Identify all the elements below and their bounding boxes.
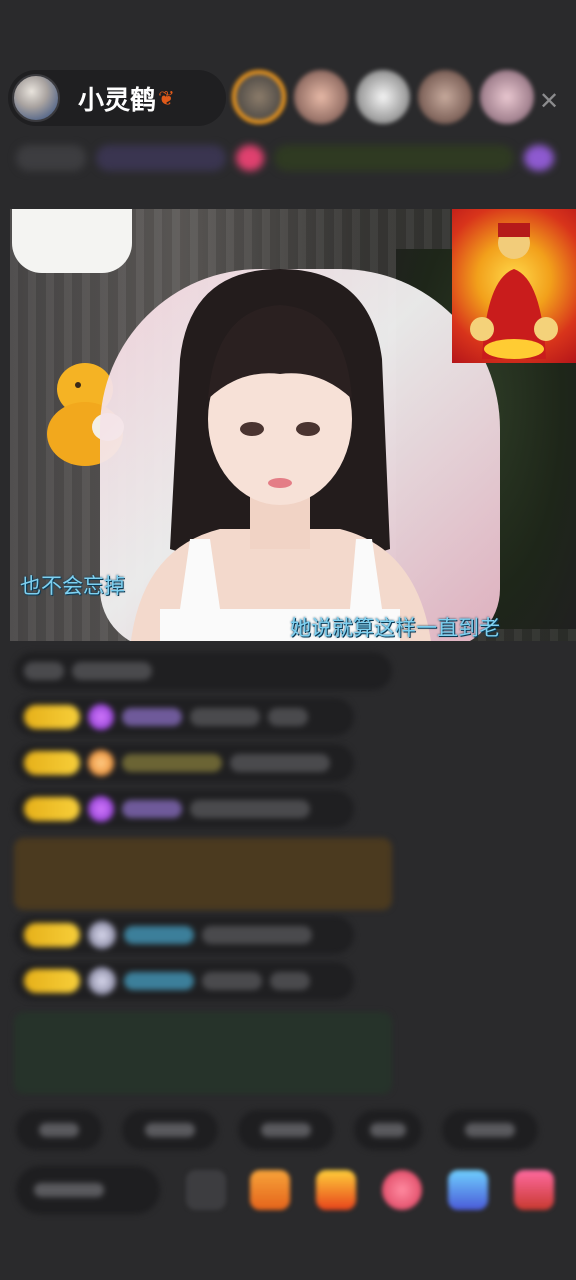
host-card[interactable]: 小灵鹤 ❦	[8, 70, 226, 126]
tag-chip[interactable]	[524, 145, 554, 171]
streamer	[131, 269, 431, 641]
gem-icon	[88, 796, 114, 822]
quick-reply-chip[interactable]	[238, 1110, 334, 1150]
lips-icon[interactable]	[382, 1170, 422, 1210]
gem-icon	[88, 704, 114, 730]
tag-chip[interactable]	[236, 145, 264, 171]
quick-reply-chip[interactable]	[442, 1110, 538, 1150]
maple-leaf-icon: ❦	[158, 86, 175, 110]
orb-icon	[88, 921, 116, 949]
close-icon[interactable]: ✕	[534, 86, 564, 116]
quick-replies	[16, 1110, 576, 1152]
subtitle-right: 她说就算这样一直到老	[290, 616, 500, 640]
tag-chip[interactable]	[16, 145, 86, 171]
viewer-avatar[interactable]	[480, 70, 534, 124]
chat-message[interactable]	[14, 744, 354, 782]
more-icon[interactable]	[186, 1170, 226, 1210]
gem-icon[interactable]	[448, 1170, 488, 1210]
level-badge	[24, 923, 80, 947]
chat-message[interactable]	[14, 838, 392, 910]
lamp-shade	[12, 209, 132, 273]
level-badge	[24, 705, 80, 729]
host-name: 小灵鹤	[78, 85, 157, 116]
top-bar: 小灵鹤 ❦ ✕	[0, 62, 576, 132]
viewer-avatar[interactable]	[294, 70, 348, 124]
viewer-avatar[interactable]	[418, 70, 472, 124]
quick-reply-chip[interactable]	[122, 1110, 218, 1150]
host-avatar[interactable]	[12, 74, 60, 122]
tag-chip[interactable]	[274, 145, 514, 171]
level-badge	[24, 969, 80, 993]
comment-input[interactable]	[16, 1166, 160, 1214]
chat-message[interactable]	[14, 790, 354, 828]
chat-message[interactable]	[14, 1012, 392, 1094]
chat-message[interactable]	[14, 698, 354, 736]
quick-reply-chip[interactable]	[16, 1110, 102, 1150]
viewer-avatar[interactable]	[356, 70, 410, 124]
room-tags	[16, 140, 564, 176]
subtitle-left: 也不会忘掉	[20, 574, 125, 598]
treasure-icon[interactable]	[514, 1170, 554, 1210]
viewer-list	[232, 70, 534, 124]
god-of-wealth-sticker[interactable]	[452, 209, 576, 363]
level-badge	[24, 797, 80, 821]
quick-reply-chip[interactable]	[354, 1110, 422, 1150]
bottom-bar	[0, 1162, 576, 1218]
chat-message[interactable]	[14, 962, 354, 1000]
orb-icon	[88, 967, 116, 995]
level-badge	[24, 751, 80, 775]
chat-message[interactable]	[14, 916, 354, 954]
red-packet-icon[interactable]	[316, 1170, 356, 1210]
tag-chip[interactable]	[96, 145, 226, 171]
orb-icon	[88, 750, 114, 776]
viewer-avatar[interactable]	[232, 70, 286, 124]
gift-box-icon[interactable]	[250, 1170, 290, 1210]
chat-message[interactable]	[14, 652, 392, 690]
